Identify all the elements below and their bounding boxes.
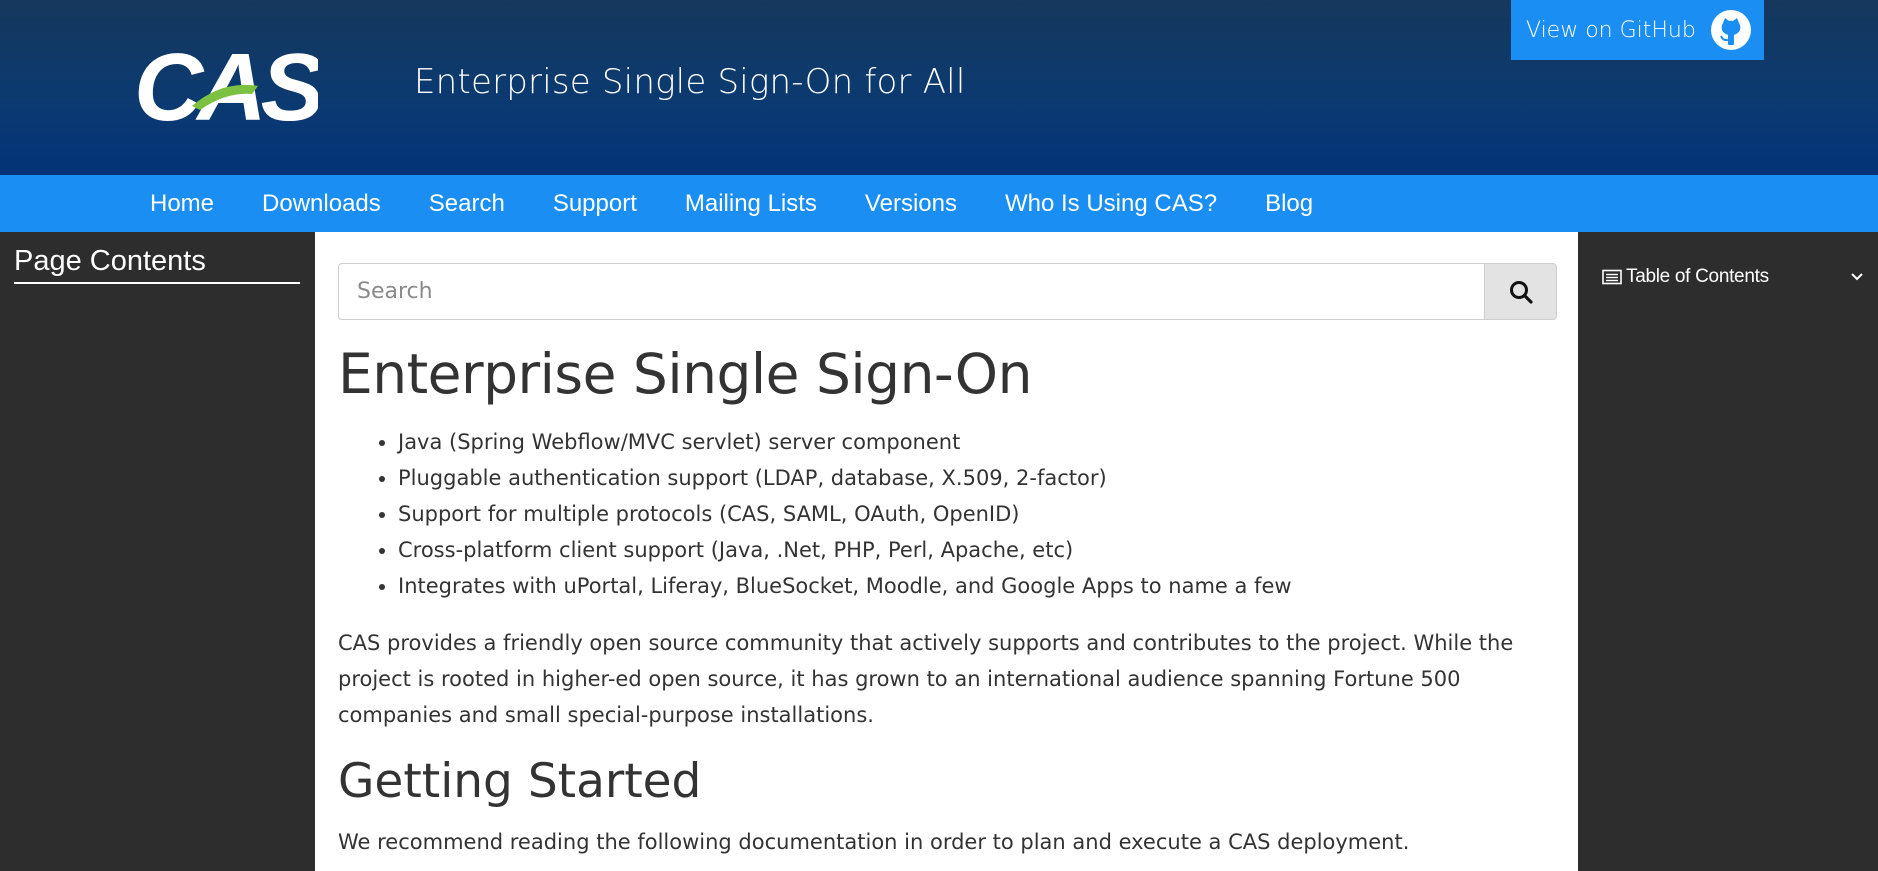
search-bar bbox=[338, 263, 1557, 320]
page-title: Enterprise Single Sign-On bbox=[338, 342, 1032, 406]
toc-label: Table of Contents bbox=[1626, 266, 1769, 287]
getting-started-heading: Getting Started bbox=[338, 754, 702, 809]
intro-paragraph: CAS provides a friendly open source comm… bbox=[338, 631, 1514, 727]
cas-logo[interactable]: CAS bbox=[134, 34, 318, 134]
github-button-label: View on GitHub bbox=[1526, 17, 1696, 43]
page-contents-heading: Page Contents bbox=[14, 245, 300, 284]
chevron-down-icon bbox=[1851, 273, 1863, 281]
list-item: Java (Spring Webflow/MVC servlet) server… bbox=[398, 424, 1292, 460]
nav-item-downloads[interactable]: Downloads bbox=[238, 190, 405, 218]
logo-text: CAS bbox=[134, 34, 318, 134]
main-content: Enterprise Single Sign-On Java (Spring W… bbox=[315, 232, 1578, 871]
right-sidebar: Table of Contents bbox=[1578, 232, 1878, 871]
search-input[interactable] bbox=[338, 263, 1484, 320]
site-tagline: Enterprise Single Sign-On for All bbox=[414, 62, 966, 102]
left-sidebar: Page Contents bbox=[0, 232, 315, 871]
nav-item-mailing-lists[interactable]: Mailing Lists bbox=[661, 190, 841, 218]
getting-started-paragraph: We recommend reading the following docum… bbox=[338, 830, 1410, 854]
list-icon bbox=[1602, 269, 1622, 285]
nav-item-who-is-using-cas[interactable]: Who Is Using CAS? bbox=[981, 190, 1241, 218]
list-item: Integrates with uPortal, Liferay, BlueSo… bbox=[398, 568, 1292, 604]
cas-logo-graphic: CAS bbox=[134, 34, 318, 134]
nav-item-search[interactable]: Search bbox=[405, 190, 529, 218]
nav-item-support[interactable]: Support bbox=[529, 190, 661, 218]
nav-item-versions[interactable]: Versions bbox=[841, 190, 981, 218]
nav-item-home[interactable]: Home bbox=[126, 190, 238, 218]
view-on-github-button[interactable]: View on GitHub bbox=[1511, 0, 1764, 60]
feature-list: Java (Spring Webflow/MVC servlet) server… bbox=[338, 424, 1292, 604]
search-button[interactable] bbox=[1484, 263, 1557, 320]
list-item: Support for multiple protocols (CAS, SAM… bbox=[398, 496, 1292, 532]
list-item: Cross-platform client support (Java, .Ne… bbox=[398, 532, 1292, 568]
github-octocat-icon bbox=[1711, 10, 1751, 50]
site-header: CAS Enterprise Single Sign-On for All Vi… bbox=[0, 0, 1878, 175]
main-nav: Home Downloads Search Support Mailing Li… bbox=[0, 175, 1878, 232]
list-item: Pluggable authentication support (LDAP, … bbox=[398, 460, 1292, 496]
search-icon bbox=[1509, 280, 1533, 304]
nav-item-blog[interactable]: Blog bbox=[1241, 190, 1337, 218]
table-of-contents-toggle[interactable]: Table of Contents bbox=[1602, 262, 1864, 292]
